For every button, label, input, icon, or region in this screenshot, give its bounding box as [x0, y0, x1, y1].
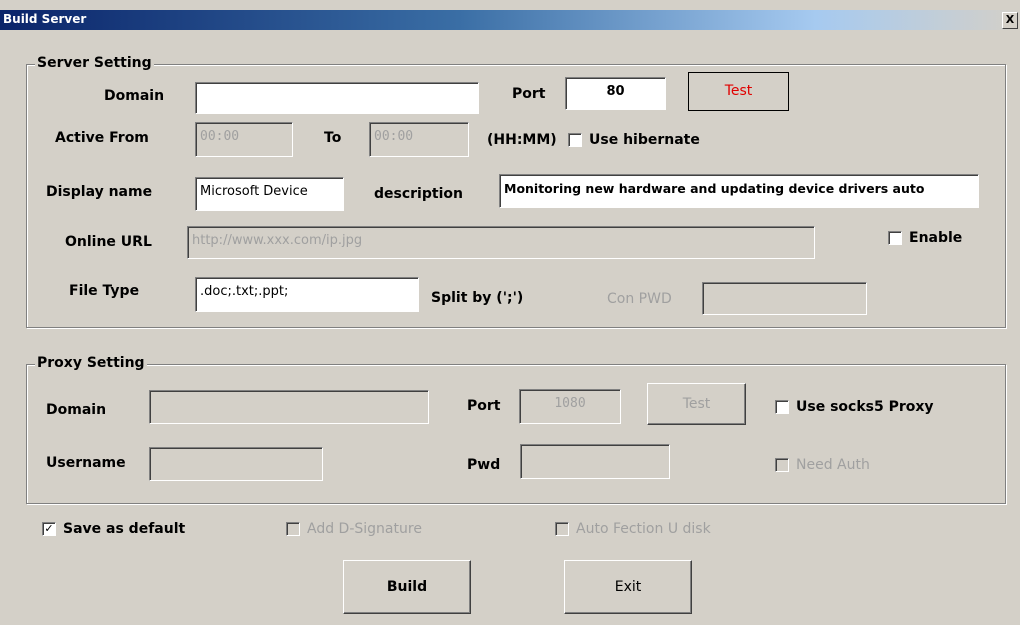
use-socks5-checkbox[interactable]: Use socks5 Proxy	[775, 399, 934, 415]
build-button[interactable]: Build	[343, 560, 471, 614]
proxy-test-button[interactable]: Test	[647, 383, 746, 425]
description-label: description	[374, 186, 463, 202]
con-pwd-label: Con PWD	[607, 291, 672, 307]
active-from-input[interactable]: 00:00	[195, 122, 293, 157]
auto-fection-checkbox[interactable]: Auto Fection U disk	[555, 521, 711, 537]
active-to-input[interactable]: 00:00	[369, 122, 469, 157]
exit-button[interactable]: Exit	[564, 560, 692, 614]
add-signature-checkbox[interactable]: Add D-Signature	[286, 521, 422, 537]
server-test-button[interactable]: Test	[688, 72, 789, 111]
display-name-input[interactable]: Microsoft Device	[195, 177, 344, 211]
server-port-label: Port	[512, 86, 546, 102]
use-hibernate-box[interactable]	[568, 133, 582, 147]
online-url-label: Online URL	[65, 234, 152, 250]
use-hibernate-label: Use hibernate	[589, 132, 700, 148]
use-socks5-box[interactable]	[775, 400, 789, 414]
display-name-label: Display name	[46, 184, 153, 200]
need-auth-checkbox[interactable]: Need Auth	[775, 457, 870, 473]
hhmm-label: (HH:MM)	[487, 132, 557, 148]
file-type-input[interactable]: .doc;.txt;.ppt;	[195, 277, 419, 312]
server-domain-label: Domain	[104, 88, 165, 104]
enable-checkbox[interactable]: Enable	[888, 230, 962, 246]
online-url-input[interactable]: http://www.xxx.com/ip.jpg	[187, 226, 815, 259]
auto-fection-label: Auto Fection U disk	[576, 521, 711, 537]
pwd-input[interactable]	[520, 444, 670, 479]
save-default-checkbox[interactable]: ✓ Save as default	[42, 521, 185, 537]
proxy-domain-label: Domain	[46, 402, 107, 418]
use-socks5-label: Use socks5 Proxy	[796, 399, 934, 415]
auto-fection-box[interactable]	[555, 522, 569, 536]
close-button[interactable]: X	[1002, 12, 1018, 29]
con-pwd-input[interactable]	[702, 282, 867, 315]
server-port-input[interactable]: 80	[565, 77, 666, 110]
add-signature-box[interactable]	[286, 522, 300, 536]
need-auth-label: Need Auth	[796, 457, 870, 473]
save-default-label: Save as default	[63, 521, 186, 537]
add-signature-label: Add D-Signature	[307, 521, 422, 537]
proxy-setting-group: Proxy Setting	[26, 355, 1006, 504]
server-setting-legend: Server Setting	[35, 55, 154, 71]
server-domain-input[interactable]	[195, 82, 479, 114]
proxy-domain-input[interactable]	[149, 390, 429, 424]
username-input[interactable]	[149, 447, 323, 481]
title-bar[interactable]: Build Server X	[0, 10, 1020, 30]
username-label: Username	[46, 455, 126, 471]
enable-label: Enable	[909, 230, 963, 246]
split-by-label: Split by (';')	[431, 290, 524, 306]
proxy-port-label: Port	[467, 398, 501, 414]
active-from-label: Active From	[55, 130, 149, 146]
need-auth-box[interactable]	[775, 458, 789, 472]
window-title: Build Server	[3, 12, 87, 26]
use-hibernate-checkbox[interactable]: Use hibernate	[568, 132, 700, 148]
to-label: To	[324, 130, 342, 146]
build-server-window: Build Server X Server Setting Domain Por…	[0, 0, 1020, 625]
save-default-box[interactable]: ✓	[42, 522, 56, 536]
proxy-port-input[interactable]: 1080	[519, 389, 621, 424]
proxy-setting-legend: Proxy Setting	[35, 355, 147, 371]
description-input[interactable]: Monitoring new hardware and updating dev…	[499, 174, 979, 208]
enable-box[interactable]	[888, 231, 902, 245]
pwd-label: Pwd	[467, 457, 501, 473]
file-type-label: File Type	[69, 283, 140, 299]
